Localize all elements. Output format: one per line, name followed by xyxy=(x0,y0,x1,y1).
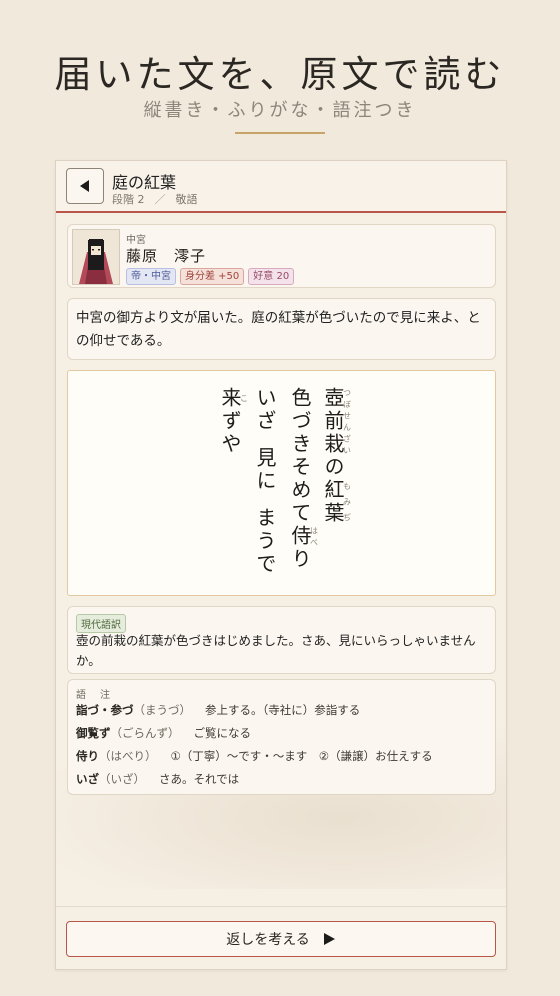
glossary-item: 侍り（はべり） ①（丁寧）～です・～ます ②（謙譲）お仕えする xyxy=(76,749,433,763)
hero-divider xyxy=(235,132,325,134)
poem-word: いざ xyxy=(253,387,277,433)
compose-reply-label: 返しを考える xyxy=(226,932,310,948)
poem-word: ずや xyxy=(218,410,242,456)
stage-label: 段階 2 xyxy=(112,193,145,206)
poem-line-1: 壺前栽つぼせんざいの紅葉もみぢ xyxy=(319,387,352,525)
glossary-card: 語 注 詣づ・参づ（まうづ） 参上する。（寺社に）参詣する 御覧ず（ごらんず） ご覧… xyxy=(67,679,496,795)
glossary-item: いざ（いざ） さあ。それでは xyxy=(76,772,240,786)
sender-badges: 帝・中宮 身分差 +50 好意 20 xyxy=(126,268,295,285)
compose-reply-button[interactable]: 返しを考える xyxy=(66,921,496,957)
poem-card: 壺前栽つぼせんざいの紅葉もみぢ 色づきそめて侍はべり いざ見にまうで 来こずや xyxy=(67,370,496,596)
hero-subtitle: 縦書き・ふりがな・語注つき xyxy=(143,100,417,121)
court-lady-avatar xyxy=(73,230,119,284)
play-icon xyxy=(323,933,335,945)
triangle-left-icon xyxy=(80,180,89,192)
poem-word: まうで xyxy=(253,507,277,576)
poem-line-3: いざ見にまうで xyxy=(251,387,279,576)
glossary-item: 詣づ・参づ（まうづ） 参上する。（寺社に）参詣する xyxy=(76,703,361,717)
letter-panel: 庭の紅葉 段階 2 ／ 敬語 中宮 藤原 澪子 帝・中宮 身分差 +50 好意 20 xyxy=(55,160,507,970)
poem-word: の xyxy=(321,456,345,479)
back-button[interactable] xyxy=(66,168,104,204)
translation-text: 壺の前栽の紅葉が色づきはじめました。さあ、見にいらっしゃいませんか。 xyxy=(76,633,476,668)
poem-line-4: 来こずや xyxy=(216,387,249,456)
sender-role: 中宮 xyxy=(126,235,146,246)
hero-title: 届いた文を、原文で読む xyxy=(54,53,506,96)
poem-word: 紅葉もみぢ xyxy=(321,479,352,525)
sender-name: 藤原 澪子 xyxy=(126,247,207,265)
topic-tag: 敬語 xyxy=(175,193,198,206)
poem-word: り xyxy=(288,548,312,571)
sender-card[interactable]: 中宮 藤原 澪子 帝・中宮 身分差 +50 好意 20 xyxy=(67,224,496,288)
status-diff-badge: 身分差 +50 xyxy=(180,268,245,285)
meta-separator: ／ xyxy=(154,193,166,206)
narration-card: 中宮の御方より文が届いた。庭の紅葉が色づいたので見に来よ、との仰せである。 xyxy=(67,298,496,360)
poem-word: 色づきそめて xyxy=(288,387,312,525)
rank-badge: 帝・中宮 xyxy=(126,268,176,285)
panel-header: 庭の紅葉 段階 2 ／ 敬語 xyxy=(56,161,506,213)
favor-badge: 好意 20 xyxy=(248,268,295,285)
poem-line-2: 色づきそめて侍はべり xyxy=(286,387,319,571)
glossary-heading: 語 注 xyxy=(76,690,112,701)
letter-title: 庭の紅葉 xyxy=(112,173,177,192)
glossary-item: 御覧ず（ごらんず） ご覧になる xyxy=(76,726,251,740)
poem-word: 来こ xyxy=(218,387,249,410)
letter-meta: 段階 2 ／ 敬語 xyxy=(112,191,198,207)
narration-text: 中宮の御方より文が届いた。庭の紅葉が色づいたので見に来よ、との仰せである。 xyxy=(76,310,481,349)
poem-word: 壺前栽つぼせんざい xyxy=(321,387,352,456)
translation-card: 現代語訳 壺の前栽の紅葉が色づきはじめました。さあ、見にいらっしゃいませんか。 xyxy=(67,606,496,674)
poem-word: 見に xyxy=(253,447,277,493)
footer-divider xyxy=(56,906,506,907)
poem-word: 侍はべ xyxy=(288,525,319,548)
sender-portrait xyxy=(72,229,120,285)
